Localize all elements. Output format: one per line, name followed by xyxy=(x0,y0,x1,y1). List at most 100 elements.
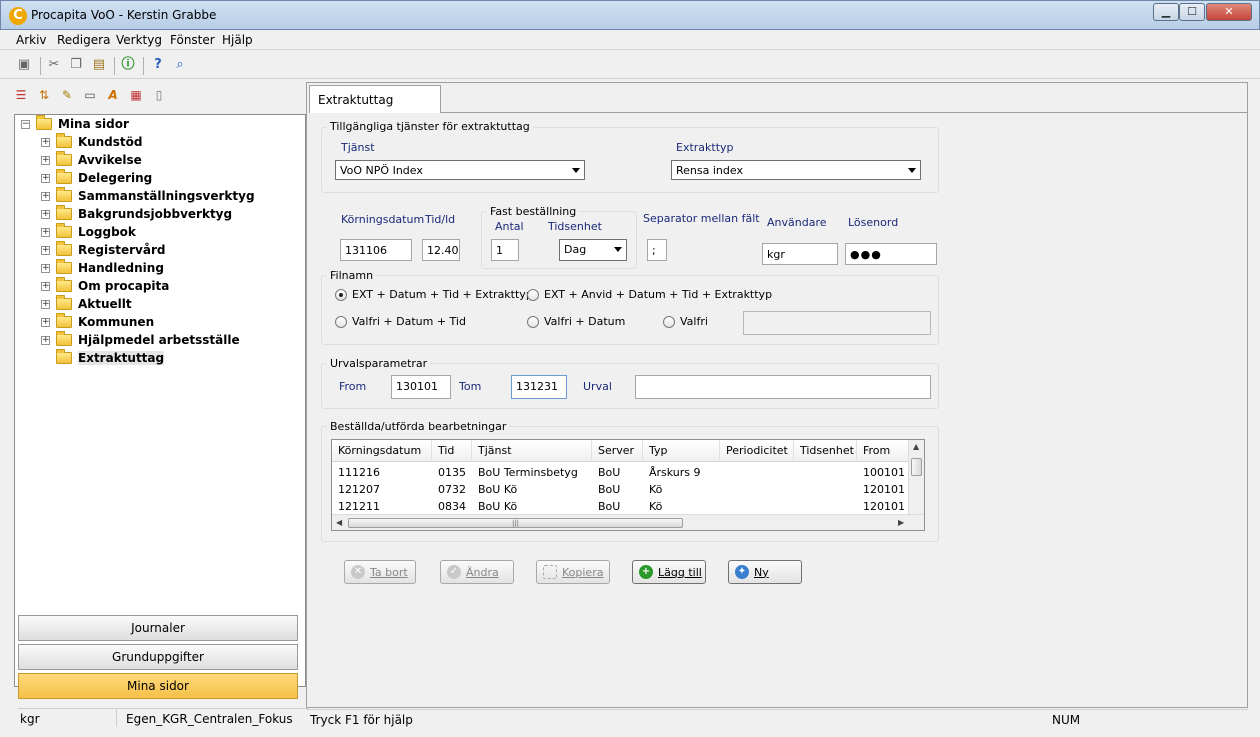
tree-node-kundstod[interactable]: + Kundstöd xyxy=(41,133,142,151)
tree-node-kommunen[interactable]: + Kommunen xyxy=(41,313,154,331)
help-icon[interactable]: ? xyxy=(150,57,166,73)
menu-redigera[interactable]: Redigera xyxy=(57,33,110,47)
menu-verktyg[interactable]: Verktyg xyxy=(116,33,162,47)
tree-node-root[interactable]: − Mina sidor xyxy=(21,115,129,133)
anvandare-input[interactable]: kgr xyxy=(762,243,838,265)
tree-node-aktuellt[interactable]: + Aktuellt xyxy=(41,295,132,313)
expand-icon[interactable]: + xyxy=(41,137,50,147)
orders-table[interactable]: Körningsdatum Tid Tjänst Server Typ Peri… xyxy=(331,439,925,531)
tree-node-bakgrundsjobbverktyg[interactable]: + Bakgrundsjobbverktyg xyxy=(41,205,232,223)
column-header[interactable]: Tid xyxy=(432,440,472,462)
column-header[interactable]: Tjänst xyxy=(472,440,592,462)
table-row[interactable]: 121211 0834 BoU Kö BoU Kö 120101 xyxy=(332,498,912,515)
column-header[interactable]: Typ xyxy=(643,440,720,462)
expand-icon[interactable]: + xyxy=(41,317,50,327)
vertical-scrollbar[interactable]: ▲ xyxy=(908,440,924,514)
nav-grunduppgifter-button[interactable]: Grunduppgifter xyxy=(18,644,298,670)
column-header[interactable]: From xyxy=(857,440,912,462)
ta-bort-button[interactable]: ✕ Ta bort xyxy=(344,560,416,584)
collapse-icon[interactable]: − xyxy=(21,119,30,129)
list-icon[interactable]: ☰ xyxy=(12,86,30,104)
save-icon[interactable]: ▣ xyxy=(16,57,32,73)
column-header[interactable]: Server xyxy=(592,440,643,462)
korningsdatum-input[interactable]: 131106 xyxy=(340,239,412,261)
scroll-left-icon[interactable]: ◀ xyxy=(336,518,342,527)
expand-icon[interactable]: + xyxy=(41,209,50,219)
antal-input[interactable]: 1 xyxy=(491,239,519,261)
extrakttyp-select[interactable]: Rensa index xyxy=(671,160,921,180)
close-button[interactable]: ✕ xyxy=(1206,3,1252,21)
expand-icon[interactable]: + xyxy=(41,299,50,309)
from-input[interactable]: 130101 xyxy=(391,375,451,399)
text-icon[interactable]: A xyxy=(104,86,122,104)
kopiera-button[interactable]: Kopiera xyxy=(536,560,610,584)
menu-arkiv[interactable]: Arkiv xyxy=(16,33,47,47)
notes-icon[interactable]: ✎ xyxy=(58,86,76,104)
tidsenhet-select[interactable]: Dag xyxy=(559,239,627,261)
scroll-thumb[interactable]: ||| xyxy=(348,518,683,528)
tree-node-sammanstallningsverktyg[interactable]: + Sammanställningsverktyg xyxy=(41,187,255,205)
expand-icon[interactable]: + xyxy=(41,155,50,165)
menu-hjalp[interactable]: Hjälp xyxy=(222,33,253,47)
radio-ext-anvid-datum-tid-extrakttyp[interactable]: EXT + Anvid + Datum + Tid + Extrakttyp xyxy=(527,288,772,301)
tree-node-avvikelse[interactable]: + Avvikelse xyxy=(41,151,142,169)
andra-button[interactable]: ✓ Ändra xyxy=(440,560,514,584)
radio-valfri[interactable]: Valfri xyxy=(663,315,708,328)
horizontal-scrollbar[interactable]: ◀ ||| ▶ xyxy=(332,514,924,530)
book-icon[interactable]: ▯ xyxy=(150,86,168,104)
tree-node-delegering[interactable]: + Delegering xyxy=(41,169,152,187)
column-header[interactable]: Periodicitet xyxy=(720,440,794,462)
copy-icon[interactable]: ❐ xyxy=(68,57,84,73)
tree-node-loggbok[interactable]: + Loggbok xyxy=(41,223,136,241)
lagg-till-button[interactable]: + Lägg till xyxy=(632,560,706,584)
separator-label: Separator mellan fält xyxy=(643,212,760,225)
expand-icon[interactable]: + xyxy=(41,281,50,291)
tom-input[interactable]: 131231 xyxy=(511,375,567,399)
tree-node-registervard[interactable]: + Registervård xyxy=(41,241,165,259)
check-icon: ✓ xyxy=(447,565,461,579)
scroll-thumb[interactable] xyxy=(911,458,922,476)
scroll-right-icon[interactable]: ▶ xyxy=(898,518,904,527)
tid-label: Tid/ld xyxy=(425,213,456,226)
tom-label: Tom xyxy=(459,380,482,393)
info-icon[interactable]: ⓘ xyxy=(120,57,136,73)
tree-node-hjalpmedel[interactable]: + Hjälpmedel arbetsställe xyxy=(41,331,240,349)
expand-icon[interactable]: + xyxy=(41,263,50,273)
separator-input[interactable]: ; xyxy=(647,239,667,261)
radio-ext-datum-tid-extrakttyp[interactable]: EXT + Datum + Tid + Extrakttyp xyxy=(335,288,533,301)
expand-icon[interactable]: + xyxy=(41,335,50,345)
nav-journaler-button[interactable]: Journaler xyxy=(18,615,298,641)
window-icon[interactable]: ▭ xyxy=(81,86,99,104)
ny-button[interactable]: ✦ Ny xyxy=(728,560,802,584)
password-input[interactable]: ●●● xyxy=(845,243,937,265)
checklist-icon[interactable]: ▦ xyxy=(127,86,145,104)
cut-icon[interactable]: ✂ xyxy=(46,57,62,73)
nav-mina-sidor-button[interactable]: Mina sidor xyxy=(18,673,298,699)
maximize-button[interactable]: ☐ xyxy=(1179,3,1205,21)
expand-icon[interactable]: + xyxy=(41,173,50,183)
table-row[interactable]: 121207 0732 BoU Kö BoU Kö 120101 xyxy=(332,481,912,498)
menu-fonster[interactable]: Fönster xyxy=(170,33,215,47)
tab-extraktuttag[interactable]: Extraktuttag xyxy=(309,85,441,113)
minimize-button[interactable]: ▁ xyxy=(1153,3,1179,21)
expand-icon[interactable]: + xyxy=(41,227,50,237)
column-header[interactable]: Körningsdatum xyxy=(332,440,432,462)
column-header[interactable]: Tidsenhet xyxy=(794,440,857,462)
tid-input[interactable]: 12.40 xyxy=(422,239,460,261)
radio-valfri-datum-tid[interactable]: Valfri + Datum + Tid xyxy=(335,315,466,328)
paste-icon[interactable]: ▤ xyxy=(91,57,107,73)
tjanst-select[interactable]: VoO NPÖ Index xyxy=(335,160,585,180)
sort-icon[interactable]: ⇅ xyxy=(35,86,53,104)
table-row[interactable]: 111216 0135 BoU Terminsbetyg BoU Årskurs… xyxy=(332,464,912,481)
expand-icon[interactable]: + xyxy=(41,191,50,201)
radio-selected-icon xyxy=(335,288,347,301)
valfri-input[interactable] xyxy=(743,311,931,335)
scroll-up-icon[interactable]: ▲ xyxy=(913,442,919,451)
tree-node-handledning[interactable]: + Handledning xyxy=(41,259,164,277)
radio-valfri-datum[interactable]: Valfri + Datum xyxy=(527,315,625,328)
expand-icon[interactable]: + xyxy=(41,245,50,255)
urval-input[interactable] xyxy=(635,375,931,399)
context-help-icon[interactable]: ⌕ xyxy=(172,57,188,73)
tree-node-extraktuttag[interactable]: Extraktuttag xyxy=(56,349,165,367)
tree-node-om-procapita[interactable]: + Om procapita xyxy=(41,277,169,295)
